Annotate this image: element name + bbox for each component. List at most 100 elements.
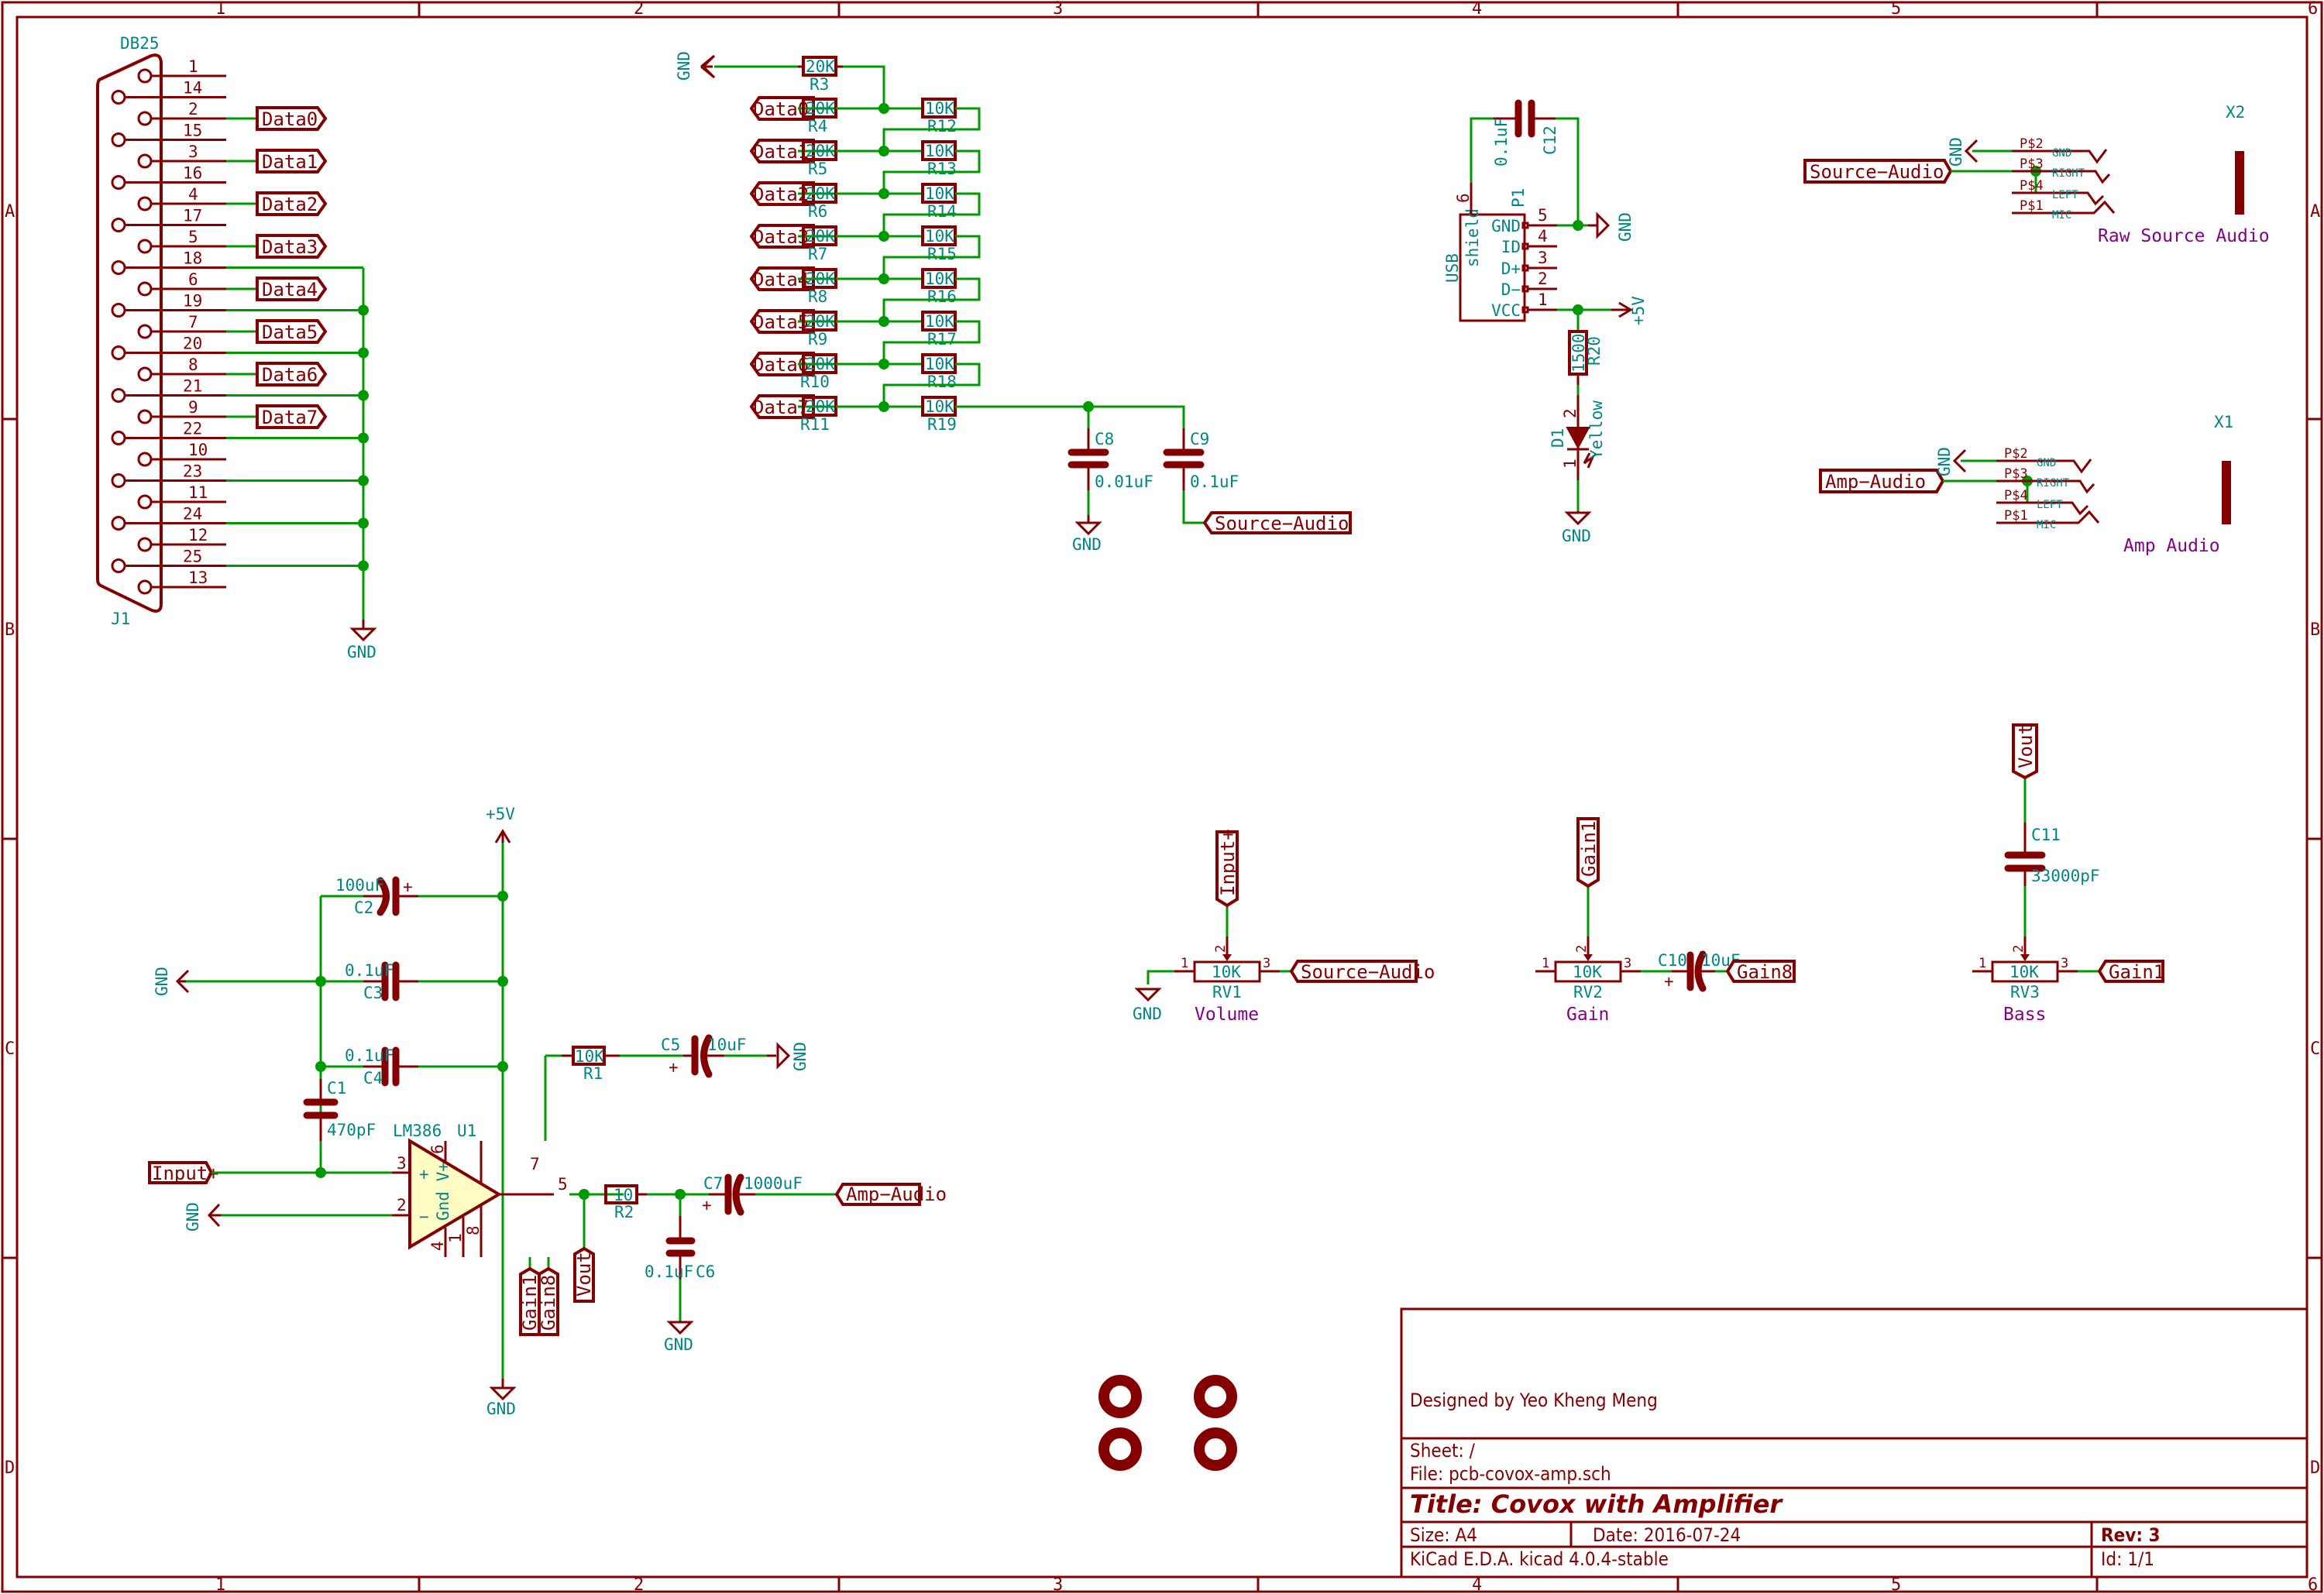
- jack-contact-icon: [2078, 149, 2108, 164]
- resistor-ref: R18: [927, 373, 957, 391]
- data-label-text: Data5: [262, 321, 318, 343]
- db25-pin-icon: [137, 409, 153, 424]
- resistor-ref: R14: [927, 202, 957, 221]
- db25-pin-number: 19: [183, 292, 202, 311]
- c10-plus: +: [1664, 972, 1674, 991]
- amp-audio-text: Amp−Audio: [846, 1183, 947, 1205]
- db25-pin-number: 4: [188, 185, 198, 204]
- pot-top-label-text: Vout: [2015, 723, 2037, 768]
- data-label-text: Data0: [262, 108, 318, 130]
- resistor-value: 10K: [925, 184, 954, 203]
- pot-gnd-label: GND: [1133, 1005, 1162, 1023]
- jack-pin-number: P$3: [2004, 466, 2028, 482]
- c2-ref: C2: [354, 898, 373, 917]
- db25-pin-icon: [137, 281, 153, 297]
- resistor-value: 20K: [806, 142, 835, 160]
- row-label: B: [2310, 620, 2320, 640]
- data-label-text: Data6: [262, 364, 318, 386]
- resistor-ref: R16: [927, 287, 957, 306]
- pot-name: Bass: [2003, 1005, 2046, 1025]
- col-label: 5: [1891, 1575, 1901, 1594]
- jack-x1-audio-jack[interactable]: Amp−Audio GND P$2 GND P$3 RIGHT P$4 LEFT P$1 MIC X…: [1819, 413, 2233, 556]
- jack-name: Raw Source Audio: [2098, 226, 2270, 246]
- resistor-value: 20K: [806, 227, 835, 246]
- db25-pin-icon: [111, 516, 126, 531]
- c10-ref: C10: [1658, 951, 1687, 970]
- pot-ref: RV1: [1212, 983, 1242, 1001]
- potentiometer-rv3[interactable]: 10K RV3 Bass 1 3 2 Gain1 C11 33000pF Vout: [1972, 723, 2164, 1025]
- db25-pin-number: 23: [183, 462, 202, 481]
- u1-ref: U1: [457, 1122, 476, 1140]
- gnd-symbol-icon: [1134, 988, 1162, 1002]
- c8-value: 0.01uF: [1095, 472, 1153, 491]
- revision: Rev: 3: [2101, 1524, 2161, 1546]
- gnd-symbol-icon: [1564, 511, 1592, 526]
- designed-by: Designed by Yeo Kheng Meng: [1410, 1390, 1658, 1411]
- db25-pin-icon: [137, 579, 153, 595]
- resistor-value: 20K: [806, 99, 835, 118]
- db25-pin-icon: [137, 452, 153, 467]
- row-label: A: [5, 202, 15, 222]
- r20-ref: R20: [1585, 336, 1604, 366]
- jack-pin-name: GND: [2037, 457, 2056, 469]
- db25-pin-icon: [137, 239, 153, 254]
- data-label-text: Data7: [262, 407, 318, 428]
- usb-pin-number: 1: [1538, 290, 1548, 309]
- pot-net-label-text: Gain1: [2109, 961, 2164, 983]
- db25-pin-number: 21: [183, 377, 202, 396]
- r3-value: 20K: [806, 57, 835, 76]
- db25-pin-number: 10: [188, 441, 208, 459]
- usb-connector-p1[interactable]: P1 USB shield 6 0.1uF C12 5 GND 4 ID 3 D+ 2 D− 1…: [1443, 99, 1648, 545]
- jack-sleeve-icon: [2235, 151, 2244, 215]
- jack-ref: X2: [2226, 103, 2245, 122]
- junction-dot: [878, 188, 889, 199]
- col-label: 1: [215, 1575, 225, 1594]
- resistor-value: 20K: [806, 184, 835, 203]
- db25-pin-number: 9: [188, 398, 198, 417]
- r1-ref: R1: [583, 1064, 603, 1083]
- jack-contact-icon: [2078, 191, 2105, 206]
- ladder-gnd-label: GND: [1072, 535, 1102, 554]
- usb-pin-name: GND: [1491, 217, 1521, 235]
- c1-ref: C1: [327, 1079, 346, 1098]
- resistor-ref: R8: [808, 287, 827, 306]
- row-label: D: [5, 1458, 15, 1478]
- c12-value: 0.1uF: [1492, 118, 1511, 167]
- db25-connector-j1[interactable]: DB25 J1 1 14 2 Data0 15 3 Data1 16 4 Data2 17 5 Data…: [96, 34, 377, 661]
- jack-x2-audio-jack[interactable]: Source−AudioGND P$2GNDP$3RIGHTP$4LEFTP$1M…: [1803, 103, 2270, 246]
- junction-dot: [878, 359, 889, 369]
- usb-ref: P1: [1509, 188, 1528, 208]
- potentiometer-rv2[interactable]: 10KRV2Gain1 32+C10 10uFGain8Gain1: [1535, 817, 1796, 1025]
- c6-value: 0.1uF: [645, 1262, 693, 1281]
- resistor-ref: R5: [808, 160, 827, 178]
- junction-dot: [878, 103, 889, 114]
- potentiometer-rv1[interactable]: 10K RV1 Volume 1 3 2 Source−Audio GND Input+: [1133, 829, 1435, 1025]
- c7-plus: +: [702, 1196, 712, 1214]
- usb-pin-name: VCC: [1491, 301, 1521, 320]
- row-label: A: [2310, 202, 2320, 222]
- lm386-opamp-icon[interactable]: [408, 1138, 502, 1250]
- pot-pin-number: 1: [1978, 956, 1986, 971]
- gnd-symbol-icon: [666, 1321, 694, 1335]
- j1-gnd-label: GND: [347, 643, 376, 661]
- junction-dot: [878, 231, 889, 242]
- amplifier-section[interactable]: +5V GND + 100uF C2 0.1uF C3 0.1uF C4 C1 …: [148, 805, 947, 1418]
- c9-value: 0.1uF: [1190, 472, 1239, 491]
- db25-pin-icon: [137, 324, 153, 339]
- d1-pin-k: 1: [1561, 459, 1580, 469]
- resistor-value: 10K: [925, 142, 954, 160]
- resistor-value: 10K: [925, 270, 954, 288]
- col-label: 5: [1891, 0, 1901, 19]
- sheet-frame: [1, 1, 2323, 1593]
- db25-pin-number: 17: [183, 207, 202, 225]
- mounting-holes: [1098, 1375, 1237, 1471]
- r2r-ladder[interactable]: GND 20K R3 Data020KR410KR12Data120KR510K…: [675, 51, 1352, 554]
- c5-plus: +: [669, 1058, 679, 1077]
- c12-ref: C12: [1541, 125, 1559, 155]
- row-label: B: [5, 620, 15, 640]
- db25-pin-icon: [111, 132, 126, 147]
- db25-pin-icon: [137, 366, 153, 382]
- db25-pin-number: 5: [188, 228, 198, 246]
- jack-pin-name: LEFT: [2052, 189, 2078, 201]
- db25-pin-number: 24: [183, 505, 202, 524]
